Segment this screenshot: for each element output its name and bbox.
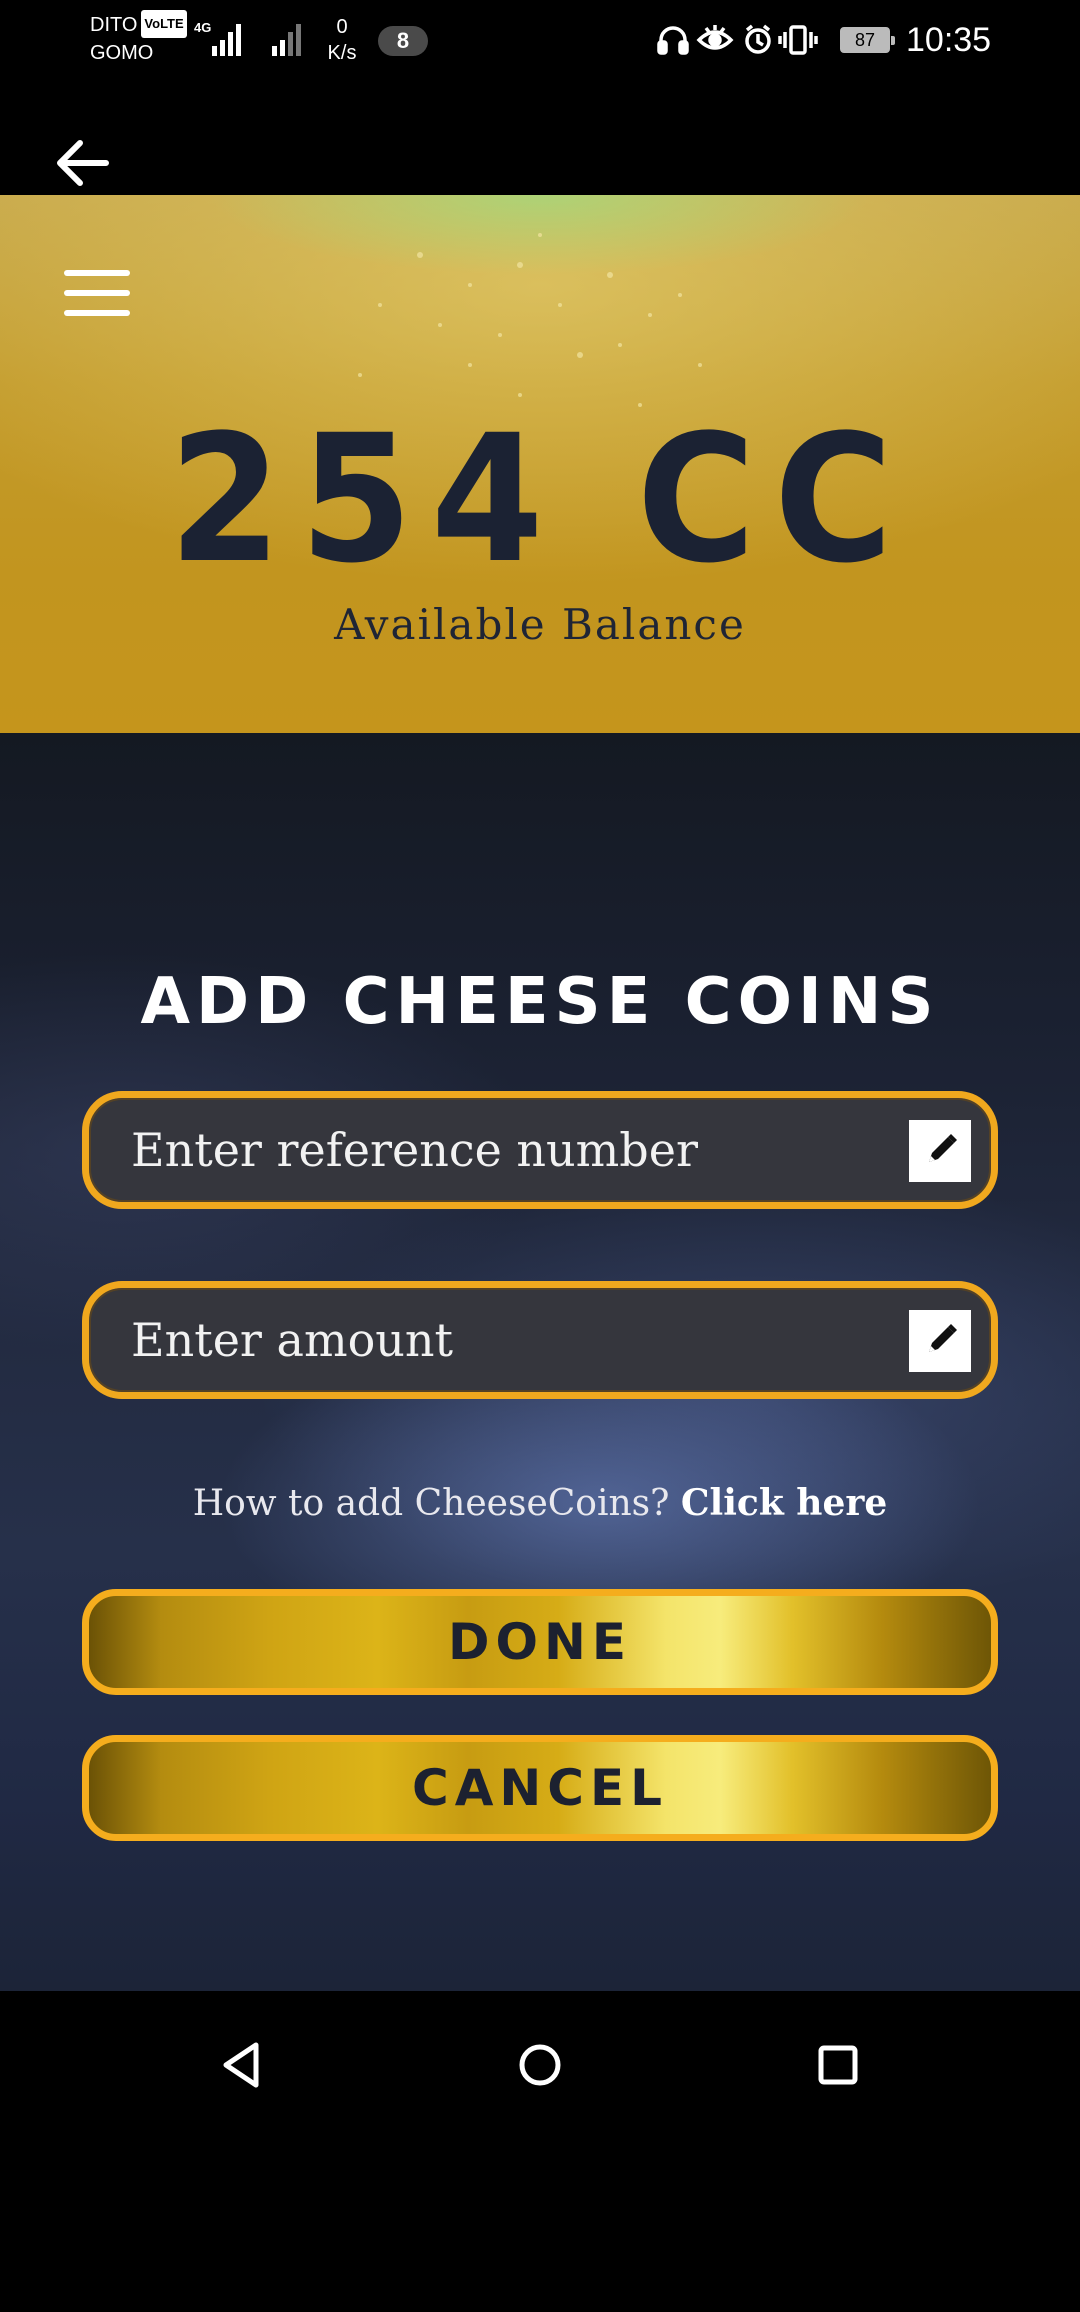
nav-recents-icon[interactable] (798, 2025, 878, 2105)
status-bar: DITO VoLTE GOMO 4G 0 K/s 8 87 10:35 (0, 0, 1080, 80)
reference-number-field (82, 1091, 998, 1209)
eye-icon (696, 25, 734, 50)
speed-unit: K/s (327, 42, 357, 64)
add-coins-panel: ADD CHEESE COINS How to add CheeseCoins?… (0, 733, 1080, 1991)
back-arrow-icon[interactable] (52, 135, 114, 191)
carrier-name-bottom: GOMO (90, 42, 154, 64)
vibrate-icon (778, 25, 818, 55)
amount-input[interactable] (129, 1288, 889, 1392)
volte-badge: VoLTE (141, 10, 187, 38)
signal-strength-icon (212, 24, 241, 56)
cancel-button[interactable]: CANCEL (82, 1735, 998, 1841)
app-bar (0, 80, 1080, 195)
pencil-icon (929, 1324, 957, 1352)
carrier-info: DITO VoLTE GOMO (90, 10, 187, 67)
balance-header: 254 CC Available Balance (0, 195, 1080, 733)
help-line: How to add CheeseCoins? Click here (0, 1481, 1080, 1526)
reference-number-input[interactable] (129, 1098, 889, 1202)
network-speed: 0 K/s (322, 14, 362, 66)
nav-back-icon[interactable] (202, 2025, 282, 2105)
signal-strength-2-icon (272, 24, 301, 56)
nav-home-icon[interactable] (500, 2025, 580, 2105)
status-icons (657, 24, 818, 55)
battery-indicator: 87 (840, 27, 895, 53)
alarm-icon (745, 24, 771, 54)
notification-count-badge: 8 (378, 26, 428, 56)
help-link[interactable]: Click here (681, 1482, 887, 1524)
hamburger-menu-icon[interactable] (64, 270, 130, 316)
help-text: How to add CheeseCoins? (192, 1483, 670, 1524)
carrier-name-top: DITO (90, 14, 138, 36)
headphones-icon (657, 26, 689, 55)
balance-amount: 254 CC (168, 397, 912, 602)
balance-label: Available Balance (334, 600, 746, 649)
system-nav-bar (0, 1991, 1080, 2312)
done-button[interactable]: DONE (82, 1589, 998, 1695)
speed-value: 0 (336, 16, 348, 38)
amount-field (82, 1281, 998, 1399)
reference-edit-button[interactable] (909, 1120, 971, 1182)
amount-edit-button[interactable] (909, 1310, 971, 1372)
pencil-icon (929, 1134, 957, 1162)
page-title: ADD CHEESE COINS (140, 965, 940, 1039)
status-clock: 10:35 (906, 21, 992, 59)
